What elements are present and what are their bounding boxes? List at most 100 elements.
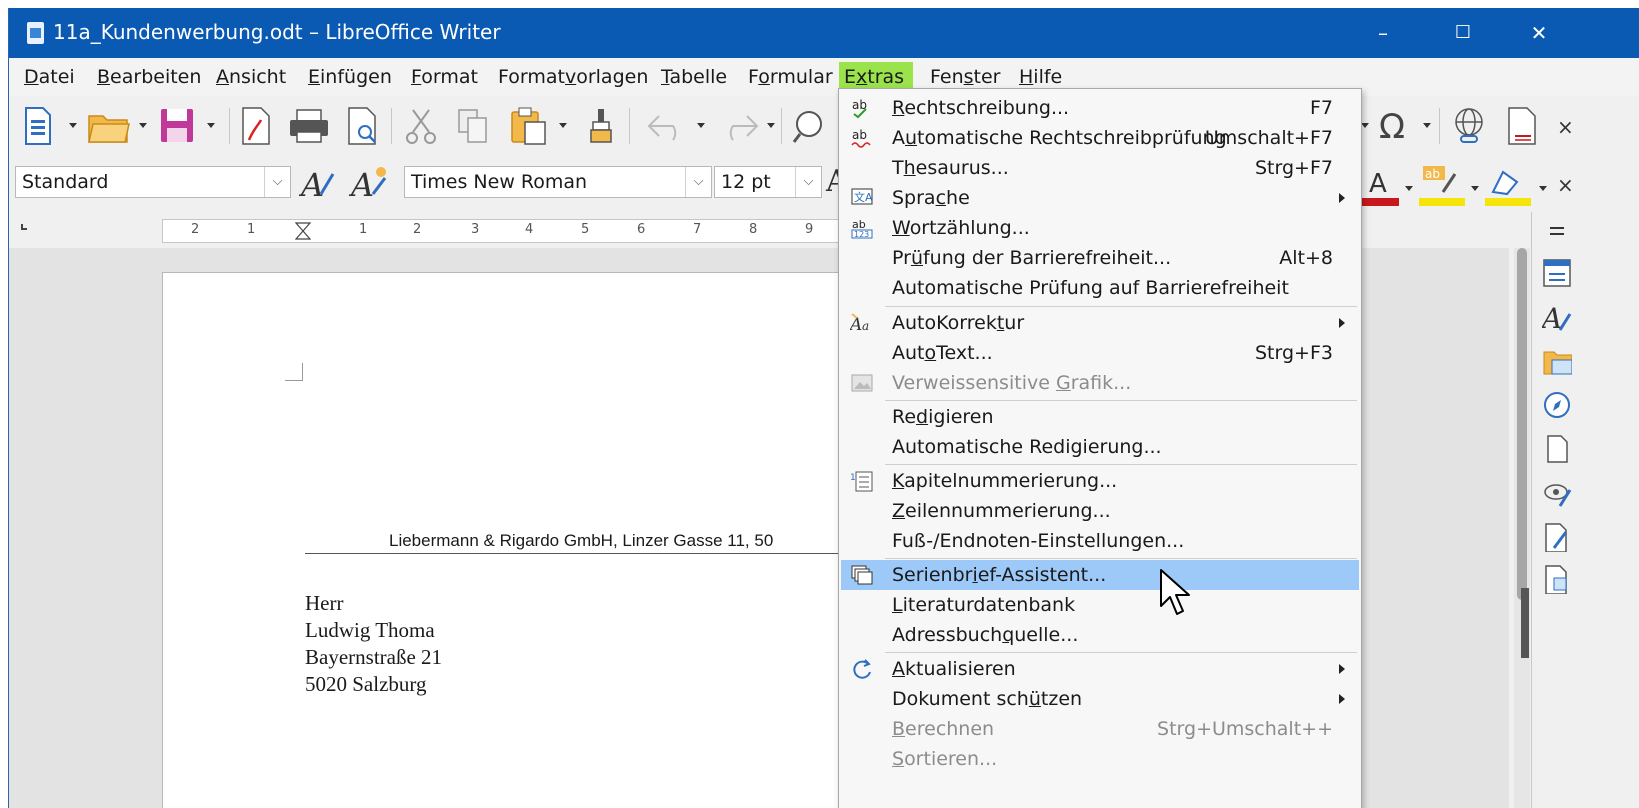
sender-line[interactable]: Liebermann & Rigardo GmbH, Linzer Gasse … bbox=[389, 531, 773, 551]
chevron-down-icon[interactable]: ⌵ bbox=[795, 167, 821, 197]
address-city[interactable]: 5020 Salzburg bbox=[305, 672, 427, 697]
properties-icon[interactable] bbox=[1542, 258, 1572, 288]
menu-item-autotext[interactable]: AutoText... Strg+F3 bbox=[841, 338, 1359, 368]
menu-item-dokument-schuetzen[interactable]: Dokument schützen bbox=[841, 684, 1359, 714]
undo-dropdown-arrow bbox=[697, 123, 705, 128]
redo-icon[interactable] bbox=[715, 106, 761, 146]
update-style-icon[interactable]: A bbox=[299, 164, 339, 202]
new-dropdown-arrow[interactable] bbox=[69, 123, 77, 128]
menu-item-kapitelnummerierung[interactable]: 1 Kapitelnummerierung... bbox=[841, 466, 1359, 496]
horizontal-ruler[interactable]: 2 1 1 2 3 4 5 6 7 8 9 bbox=[162, 219, 842, 243]
chevron-down-icon[interactable]: ⌵ bbox=[685, 167, 711, 197]
libreoffice-writer-window: 11a_Kundenwerbung.odt – LibreOffice Writ… bbox=[8, 8, 1639, 808]
menu-formatvorlagen[interactable]: Formatvorlagen bbox=[493, 62, 653, 92]
ruler-row: 2 1 1 2 3 4 5 6 7 8 9 bbox=[9, 212, 1639, 248]
print-preview-icon[interactable] bbox=[345, 106, 381, 146]
menu-item-zeilennummerierung[interactable]: Zeilennummerierung... bbox=[841, 496, 1359, 526]
find-replace-icon[interactable] bbox=[791, 106, 831, 146]
menu-formular[interactable]: Formular bbox=[743, 62, 838, 92]
menu-item-automatische-redigierung[interactable]: Automatische Redigierung... bbox=[841, 432, 1359, 462]
menu-item-serienbrief-assistent[interactable]: Serienbrief-Assistent... bbox=[841, 560, 1359, 590]
font-name-value: Times New Roman bbox=[411, 171, 588, 193]
font-name-combo[interactable]: Times New Roman ⌵ bbox=[404, 166, 712, 198]
menu-item-redigieren[interactable]: Redigieren bbox=[841, 402, 1359, 432]
style-inspector-icon[interactable] bbox=[1542, 478, 1572, 508]
page-icon[interactable] bbox=[1542, 434, 1572, 464]
title-bar: 11a_Kundenwerbung.odt – LibreOffice Writ… bbox=[9, 8, 1639, 58]
menu-datei[interactable]: Datei bbox=[19, 62, 80, 92]
menu-item-aktualisieren[interactable]: Aktualisieren bbox=[841, 654, 1359, 684]
indent-marker-icon[interactable] bbox=[295, 222, 311, 240]
export-pdf-icon[interactable] bbox=[239, 106, 275, 146]
new-style-icon[interactable]: A bbox=[349, 164, 391, 202]
maximize-button[interactable]: ☐ bbox=[1433, 16, 1493, 50]
font-size-combo[interactable]: 12 pt ⌵ bbox=[714, 166, 822, 198]
menu-item-automatische-rechtschreibpruefung[interactable]: ab Automatische Rechtschreibprüfung Umsc… bbox=[841, 123, 1359, 153]
clone-formatting-icon[interactable] bbox=[583, 106, 619, 146]
highlight-color-icon[interactable]: ab bbox=[1419, 164, 1469, 208]
menu-item-fussnoten-einstellungen[interactable]: Fuß-/Endnoten-Einstellungen... bbox=[841, 526, 1359, 556]
design-icon[interactable] bbox=[1542, 564, 1572, 594]
save-icon[interactable] bbox=[159, 106, 195, 146]
font-color-icon[interactable]: A bbox=[1359, 164, 1409, 208]
insert-footnote-icon[interactable] bbox=[1505, 106, 1541, 146]
undo-icon[interactable] bbox=[645, 106, 691, 146]
svg-text:ab: ab bbox=[852, 128, 867, 142]
highlight-color-dropdown[interactable] bbox=[1471, 186, 1479, 191]
menu-item-literaturdatenbank[interactable]: Literaturdatenbank bbox=[841, 590, 1359, 620]
vertical-scrollbar[interactable] bbox=[1514, 248, 1530, 808]
toolbar-overflow-icon[interactable]: × bbox=[1557, 174, 1571, 198]
menu-item-thesaurus[interactable]: Thesaurus... Strg+F7 bbox=[841, 153, 1359, 183]
svg-text:A: A bbox=[1369, 169, 1387, 199]
print-icon[interactable] bbox=[287, 106, 331, 146]
menu-format[interactable]: Format bbox=[406, 62, 483, 92]
paste-icon[interactable] bbox=[509, 106, 549, 146]
hyperlink-icon[interactable] bbox=[1449, 106, 1489, 146]
special-character-dropdown-arrow[interactable] bbox=[1423, 123, 1431, 128]
tab-type-selector[interactable] bbox=[21, 224, 27, 230]
styles-icon[interactable]: A bbox=[1542, 302, 1572, 332]
special-character-icon[interactable]: Ω bbox=[1375, 106, 1415, 146]
navigator-icon[interactable] bbox=[1542, 390, 1572, 420]
menu-tabelle[interactable]: Tabelle bbox=[656, 62, 732, 92]
address-salutation[interactable]: Herr bbox=[305, 591, 343, 616]
open-dropdown-arrow[interactable] bbox=[139, 123, 147, 128]
menu-ansicht[interactable]: Ansicht bbox=[211, 62, 291, 92]
mail-merge-icon bbox=[851, 565, 873, 585]
special-character-dropdown-left[interactable] bbox=[1361, 123, 1369, 128]
menu-item-adressbuchquelle[interactable]: Adressbuchquelle... bbox=[841, 620, 1359, 650]
close-button[interactable]: ✕ bbox=[1509, 16, 1569, 50]
font-color-dropdown[interactable] bbox=[1405, 186, 1413, 191]
sidebar-collapse-handle[interactable] bbox=[1521, 588, 1529, 658]
save-dropdown-arrow[interactable] bbox=[207, 123, 215, 128]
paragraph-style-value: Standard bbox=[22, 171, 109, 193]
paragraph-style-combo[interactable]: Standard ⌵ bbox=[15, 166, 291, 198]
sidebar-menu-icon[interactable] bbox=[1542, 218, 1572, 248]
manage-changes-icon[interactable] bbox=[1542, 522, 1572, 552]
character-background-dropdown[interactable] bbox=[1539, 186, 1547, 191]
address-street[interactable]: Bayernstraße 21 bbox=[305, 645, 442, 670]
paste-dropdown-arrow[interactable] bbox=[559, 123, 567, 128]
menu-bearbeiten[interactable]: Bearbeiten bbox=[92, 62, 206, 92]
cut-icon[interactable] bbox=[403, 106, 439, 146]
menu-item-automatische-pruefung-barrierefreiheit[interactable]: Automatische Prüfung auf Barrierefreihei… bbox=[841, 273, 1359, 303]
menu-item-autokorrektur[interactable]: Aa AutoKorrektur bbox=[841, 308, 1359, 338]
menu-item-wortzaehlung[interactable]: ab 123 Wortzählung... bbox=[841, 213, 1359, 243]
gallery-icon[interactable] bbox=[1542, 346, 1572, 376]
character-background-icon[interactable] bbox=[1485, 164, 1535, 208]
chapter-numbering-icon: 1 bbox=[850, 471, 873, 492]
address-name[interactable]: Ludwig Thoma bbox=[305, 618, 435, 643]
autocorrect-icon: Aa bbox=[850, 313, 869, 334]
menu-einfuegen[interactable]: Einfügen bbox=[303, 62, 397, 92]
window-title: 11a_Kundenwerbung.odt – LibreOffice Writ… bbox=[53, 20, 501, 44]
new-document-icon[interactable] bbox=[23, 106, 53, 146]
toolbar-overflow-icon[interactable]: × bbox=[1557, 106, 1571, 146]
minimize-button[interactable]: – bbox=[1353, 16, 1413, 50]
menu-item-sprache[interactable]: 文A Sprache bbox=[841, 183, 1359, 213]
open-folder-icon[interactable] bbox=[87, 106, 131, 146]
menu-item-pruefung-barrierefreiheit[interactable]: Prüfung der Barrierefreiheit... Alt+8 bbox=[841, 243, 1359, 273]
menu-item-rechtschreibung[interactable]: ab Rechtschreibung... F7 bbox=[841, 93, 1359, 123]
scrollbar-thumb[interactable] bbox=[1517, 248, 1527, 600]
copy-icon[interactable] bbox=[455, 106, 491, 146]
chevron-down-icon[interactable]: ⌵ bbox=[264, 167, 290, 197]
